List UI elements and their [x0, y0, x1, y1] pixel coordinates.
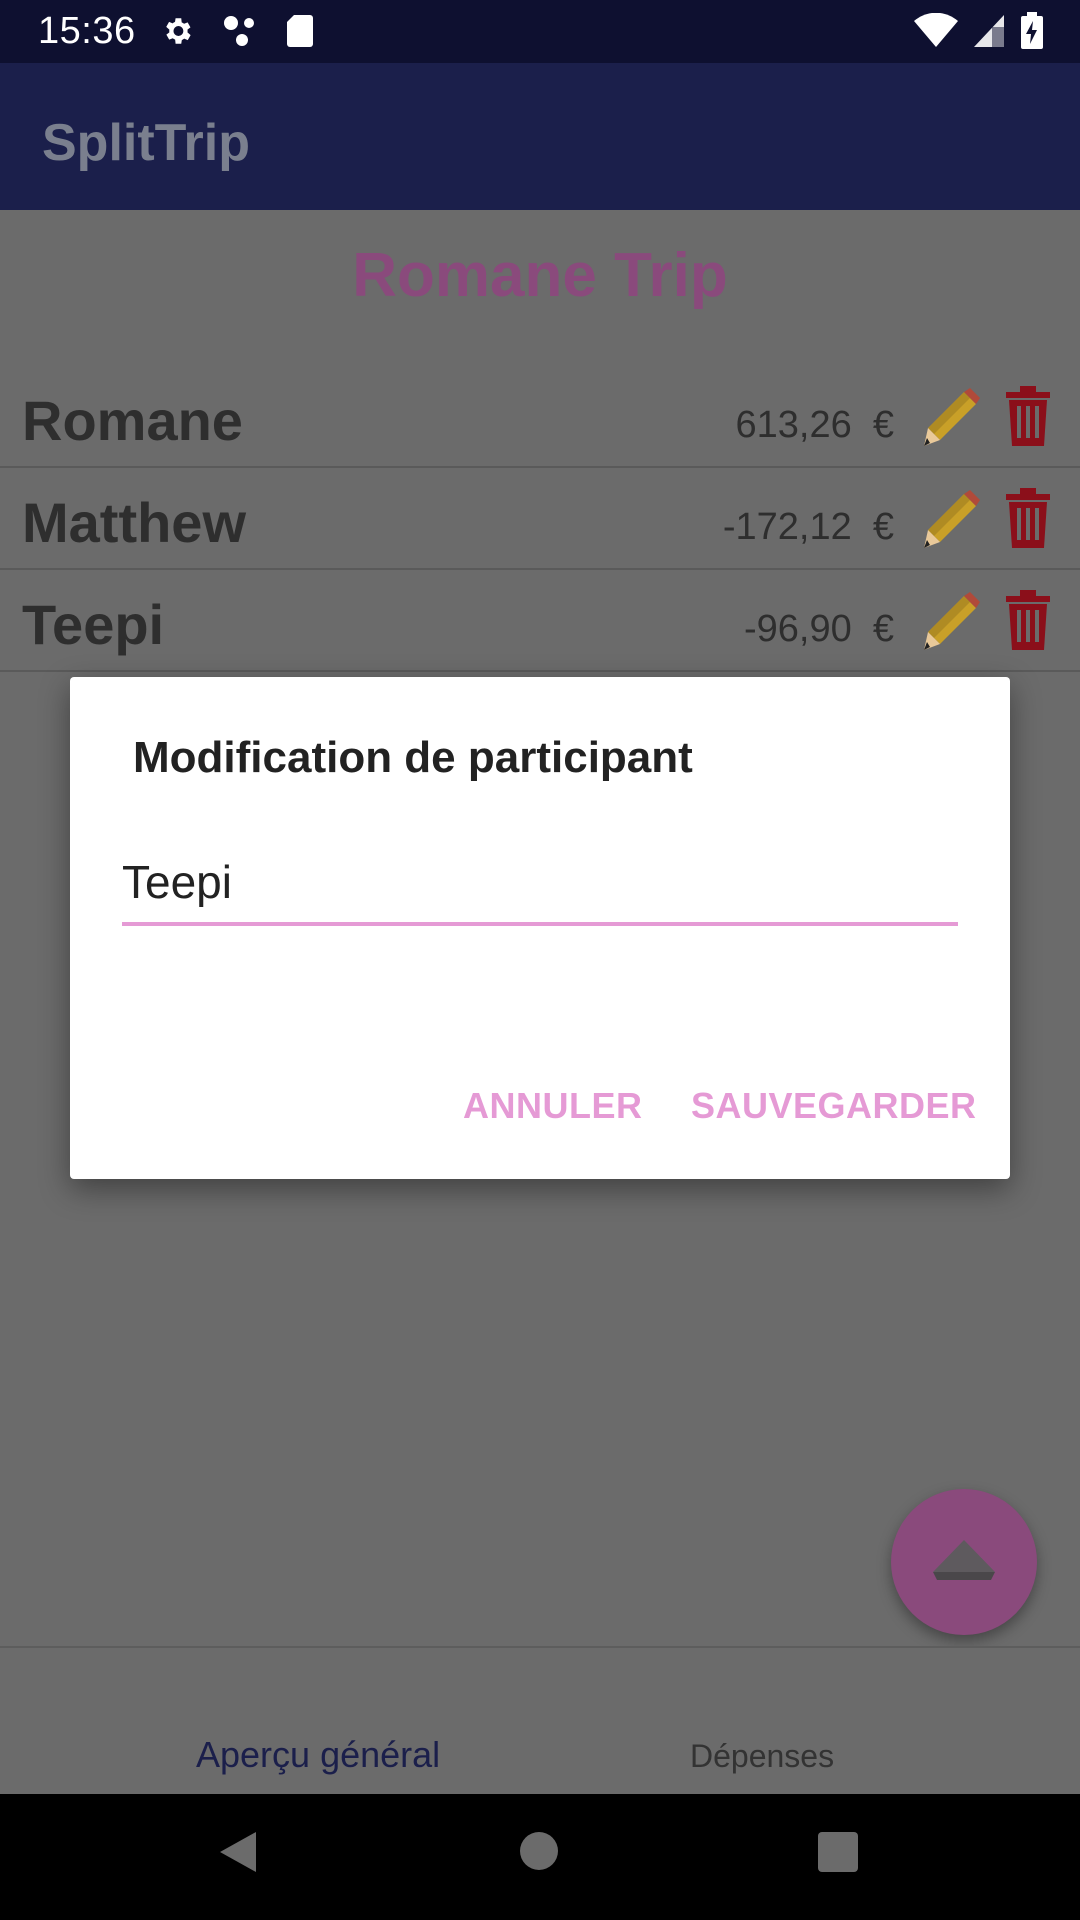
- participant-name-input[interactable]: [122, 857, 958, 907]
- pencil-icon[interactable]: [920, 388, 980, 448]
- dots-icon: [224, 16, 254, 46]
- trip-title: Romane Trip: [352, 241, 728, 310]
- cancel-button[interactable]: ANNULER: [463, 1085, 643, 1127]
- signal-icon: [974, 15, 1004, 47]
- participant-row: Teepi -96,90 €: [0, 570, 1080, 672]
- wifi-icon: [914, 13, 958, 47]
- gear-icon: [166, 18, 191, 44]
- trash-icon[interactable]: [1004, 590, 1052, 650]
- recents-icon[interactable]: [818, 1832, 858, 1872]
- sd-card-icon: [287, 15, 313, 47]
- status-time: 15:36: [38, 10, 136, 52]
- tab-depenses[interactable]: Dépenses: [690, 1738, 834, 1775]
- status-icons-right: [914, 12, 1044, 50]
- bottom-tab-bar: Aperçu général Dépenses: [0, 1646, 1080, 1794]
- participant-name: Teepi: [22, 593, 165, 656]
- input-underline: [122, 922, 958, 926]
- participant-balance: 613,26 €: [735, 404, 895, 446]
- back-icon[interactable]: [218, 1830, 258, 1874]
- home-icon[interactable]: [520, 1832, 558, 1870]
- chevron-up-icon: [933, 1540, 995, 1580]
- expand-fab-button[interactable]: [891, 1489, 1037, 1635]
- trash-icon[interactable]: [1004, 386, 1052, 446]
- dialog-title: Modification de participant: [133, 733, 693, 782]
- pencil-icon[interactable]: [920, 490, 980, 550]
- app-title: SplitTrip: [42, 114, 250, 172]
- system-nav-bar: [0, 1794, 1080, 1920]
- participant-balance: -172,12 €: [722, 506, 894, 548]
- status-icons-left: [160, 14, 314, 48]
- participant-row: Romane 613,26 €: [0, 366, 1080, 468]
- participant-name: Matthew: [22, 491, 246, 554]
- tab-apercu-general[interactable]: Aperçu général: [196, 1734, 440, 1776]
- participant-row: Matthew -172,12 €: [0, 468, 1080, 570]
- pencil-icon[interactable]: [920, 592, 980, 652]
- participant-name: Romane: [22, 389, 243, 452]
- save-button[interactable]: SAUVEGARDER: [691, 1085, 977, 1127]
- status-bar: 15:36: [0, 0, 1080, 63]
- battery-charging-icon: [1021, 12, 1043, 49]
- app-bar: SplitTrip: [0, 63, 1080, 210]
- trash-icon[interactable]: [1004, 488, 1052, 548]
- edit-participant-dialog: Modification de participant ANNULER SAUV…: [70, 677, 1010, 1179]
- participant-balance: -96,90 €: [743, 608, 894, 650]
